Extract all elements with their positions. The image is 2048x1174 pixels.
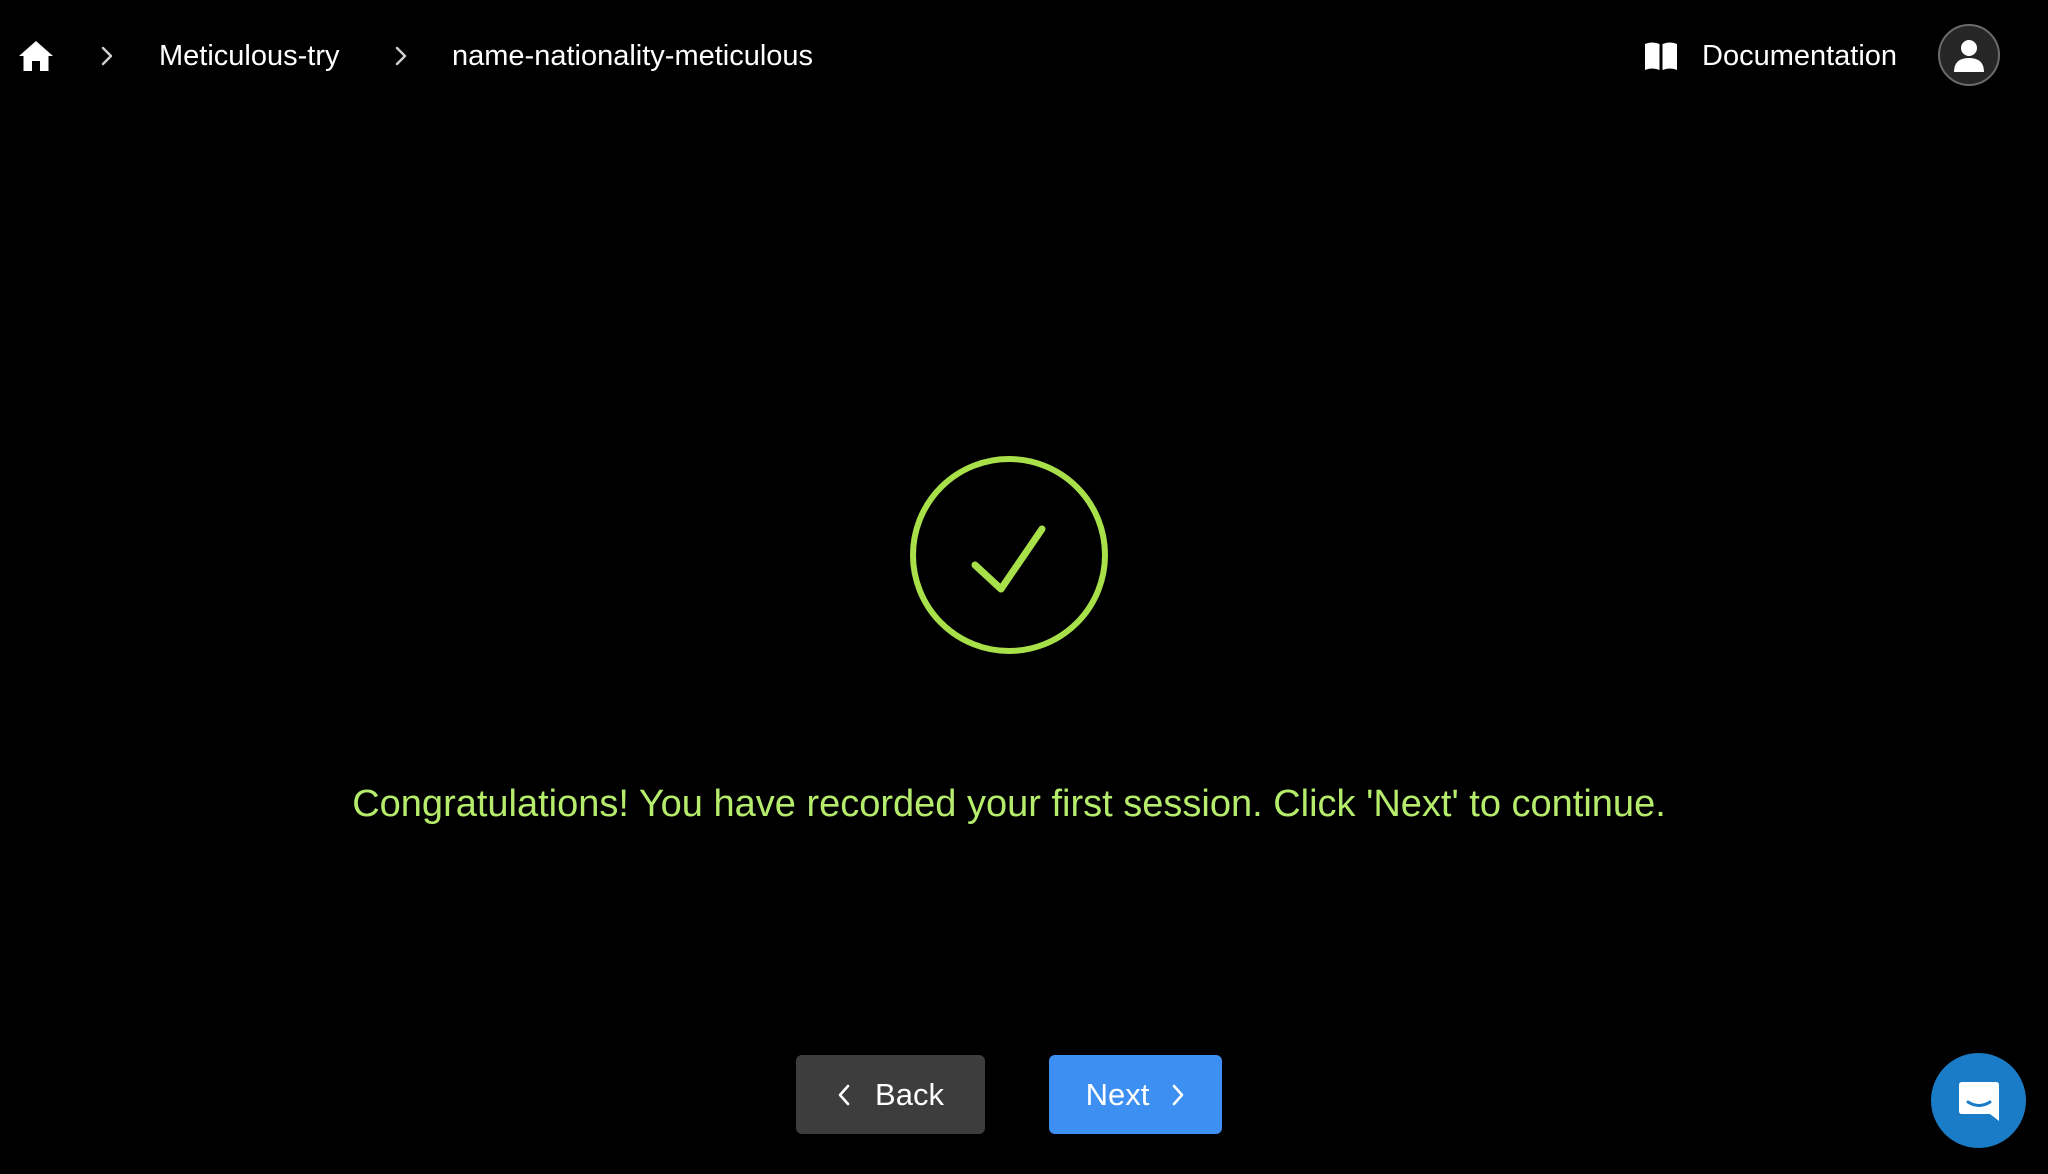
home-icon — [19, 41, 53, 71]
chat-launcher-button[interactable] — [1931, 1053, 2026, 1148]
success-message: Congratulations! You have recorded your … — [352, 783, 1666, 825]
chevron-right-icon — [1171, 1083, 1185, 1107]
documentation-label: Documentation — [1702, 40, 1898, 72]
user-icon — [1954, 40, 1984, 72]
next-button[interactable]: Next — [1049, 1055, 1222, 1134]
check-circle-icon — [910, 456, 1108, 654]
chevron-right-icon — [101, 46, 113, 66]
chevron-left-icon — [837, 1083, 851, 1107]
home-button[interactable] — [14, 34, 58, 78]
documentation-link[interactable]: Documentation — [1644, 34, 1897, 78]
breadcrumb-item-project[interactable]: Meticulous-try — [159, 34, 340, 78]
chevron-right-icon — [395, 46, 407, 66]
page: Meticulous-try name-nationality-meticulo… — [0, 0, 2048, 1174]
next-button-label: Next — [1085, 1076, 1150, 1112]
chat-icon — [1958, 1081, 1999, 1121]
top-bar: Meticulous-try name-nationality-meticulo… — [0, 0, 2048, 112]
back-button-label: Back — [875, 1076, 944, 1112]
breadcrumb-separator — [96, 40, 118, 72]
breadcrumb-item-session[interactable]: name-nationality-meticulous — [452, 34, 813, 78]
user-avatar-button[interactable] — [1938, 24, 2000, 86]
back-button[interactable]: Back — [796, 1055, 985, 1134]
book-icon — [1644, 40, 1680, 72]
breadcrumb-separator — [390, 40, 412, 72]
